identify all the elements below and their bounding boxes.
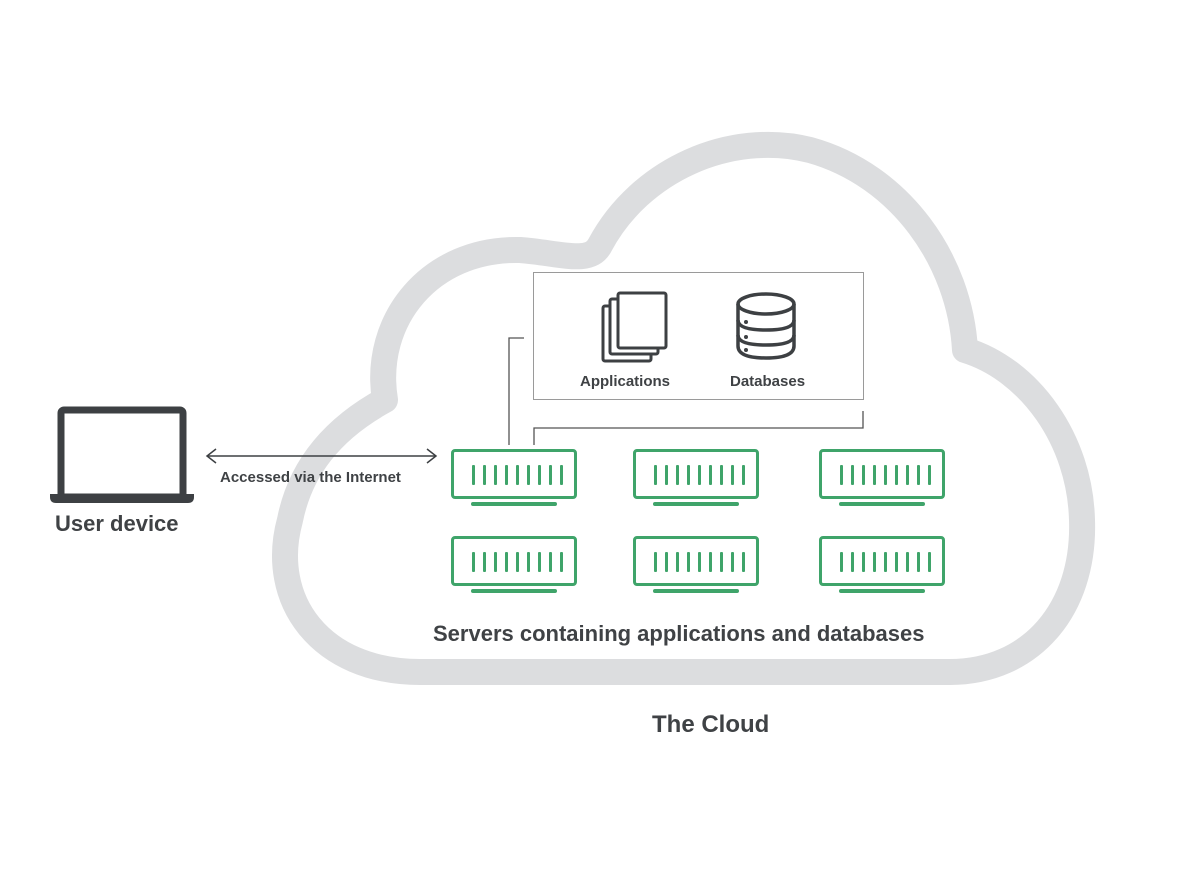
server-vent [840,465,843,485]
server-vent [527,552,530,572]
server-vent [851,552,854,572]
double-arrow-icon [205,448,438,464]
server-vent [665,465,668,485]
server-vent [527,465,530,485]
server-vent [873,465,876,485]
server-vent [676,552,679,572]
server-icon [633,449,759,515]
server-vent [654,552,657,572]
server-vent [742,552,745,572]
server-body [819,536,945,586]
server-base [471,502,557,506]
server-vents [840,465,931,485]
server-body [633,449,759,499]
server-vent [472,465,475,485]
server-icon [819,536,945,602]
server-vent [720,465,723,485]
server-vent [709,465,712,485]
server-vent [654,465,657,485]
server-vent [917,552,920,572]
server-vent [709,552,712,572]
server-vent [840,552,843,572]
server-vents [472,465,563,485]
server-base [653,502,739,506]
server-vent [676,465,679,485]
server-icon [451,536,577,602]
server-vent [884,552,887,572]
laptop-icon [50,406,194,503]
server-base [653,589,739,593]
server-vent [516,552,519,572]
server-vent [494,465,497,485]
server-vent [665,552,668,572]
server-vent [720,552,723,572]
applications-label: Applications [580,373,671,390]
server-vent [917,465,920,485]
server-body [633,536,759,586]
server-icon [633,536,759,602]
server-vent [483,465,486,485]
server-vent [862,552,865,572]
server-vents [840,552,931,572]
server-vent [928,552,931,572]
server-vent [906,552,909,572]
server-vent [549,465,552,485]
server-vent [851,465,854,485]
server-vents [654,465,745,485]
internet-connection-label: Accessed via the Internet [220,469,401,486]
server-vent [687,552,690,572]
server-vent [687,465,690,485]
server-vent [560,552,563,572]
server-vent [472,552,475,572]
server-vents [654,552,745,572]
stacked-documents-icon [601,291,668,363]
server-icon [451,449,577,515]
server-body [819,449,945,499]
user-device-label: User device [55,511,179,536]
server-vent [505,552,508,572]
server-vent [873,552,876,572]
server-body [451,536,577,586]
database-icon [736,292,796,360]
server-vent [538,465,541,485]
server-vent [494,552,497,572]
server-vents [472,552,563,572]
server-icon [819,449,945,515]
server-vent [505,465,508,485]
server-vent [731,552,734,572]
server-vent [742,465,745,485]
server-vent [884,465,887,485]
server-vent [698,552,701,572]
server-vent [698,465,701,485]
server-base [839,502,925,506]
server-base [839,589,925,593]
cloud-title: The Cloud [652,711,770,738]
server-vent [895,552,898,572]
server-vent [895,465,898,485]
server-vent [516,465,519,485]
server-vent [483,552,486,572]
server-vent [928,465,931,485]
server-vent [862,465,865,485]
server-vent [538,552,541,572]
server-vent [560,465,563,485]
server-vent [731,465,734,485]
servers-label: Servers containing applications and data… [433,621,925,646]
server-vent [549,552,552,572]
databases-label: Databases [730,373,806,390]
server-vent [906,465,909,485]
server-base [471,589,557,593]
server-body [451,449,577,499]
